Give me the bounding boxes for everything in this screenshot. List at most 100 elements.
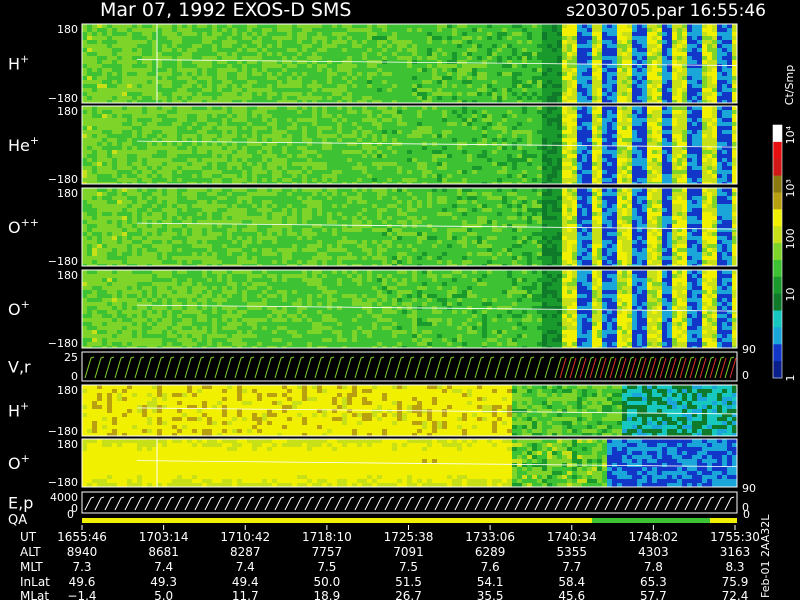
color-swatch [773,125,782,143]
panel-label-sup: ++ [21,216,39,229]
color-scale: 1 10 100 10³ 10⁴ Ct/Smp [772,65,797,382]
axis-cell-alt: 7091 [393,545,424,559]
panel-3: O+180−180 90 [8,269,756,356]
axis-cell-ut: 1725:38 [384,530,434,544]
color-swatch [773,243,782,261]
axis-cell-mlt: 7.5 [317,560,336,574]
axis-cell-inlat: 49.3 [150,575,177,589]
panel-label: He+ [8,134,39,155]
axis-cell-mlt: 7.4 [154,560,173,574]
color-swatch [773,361,782,379]
panel-label-main: E,p [8,494,33,513]
color-swatch [773,209,782,227]
panel-label-sup: + [20,53,29,66]
axis-cell-mlat: 18.9 [314,589,341,600]
y-tick-right: 0 [742,369,749,382]
axis-cell-alt: 5355 [556,545,587,559]
panel-label-main: H [8,55,20,74]
panel-2: O++ 180 −180 [8,187,738,268]
axis-cell-mlt: 7.5 [399,560,418,574]
panel-7: E,p 40000 0 [8,491,749,515]
axis-cell-ut: 1748:02 [628,530,678,544]
panel-4: V,r 25 0 0 [8,351,749,383]
panel-label-main: O [8,218,21,237]
axis-cell-inlat: 51.5 [395,575,422,589]
y-tick-top: 180 [57,23,78,36]
color-swatch [773,192,782,210]
color-scale-tick: 100 [784,228,797,249]
y-tick-bottom: −180 [48,173,78,186]
axis-cell-alt: 4303 [638,545,669,559]
axis-cell-ut: 1718:10 [302,530,352,544]
axis-cell-alt: 8940 [67,545,98,559]
axis-cell-inlat: 58.4 [558,575,585,589]
axis-cell-inlat: 54.1 [477,575,504,589]
plot-title: Mar 07, 1992 EXOS-D SMS [100,0,351,21]
axis-row-label: MLT [20,560,43,574]
panel-0: H+180−180 [8,23,738,105]
axis-cell-ut: 1655:46 [57,530,107,544]
color-scale-tick: 1 [784,375,797,382]
color-swatch [773,259,782,278]
panel-5: H+180−180 [8,384,738,438]
y-tick-top: 25 [64,351,78,364]
y-tick-bottom: −180 [48,92,78,105]
axis-cell-inlat: 50.0 [314,575,341,589]
y-tick-bottom: −180 [48,255,78,268]
y-tick-right: 90 [742,482,756,495]
axis-cell-ut: 1703:14 [139,530,189,544]
axis-cell-alt: 8681 [148,545,179,559]
axis-cell-mlat: 26.7 [395,589,422,600]
axis-cell-ut: 1710:42 [220,530,270,544]
axis-row-label: InLat [20,575,50,589]
axis-cell-mlt: 7.3 [72,560,91,574]
color-swatch [773,293,782,312]
axis-cell-mlt: 7.7 [562,560,581,574]
panel-label: V,r [8,358,31,377]
axis-cell-mlt: 7.4 [236,560,255,574]
color-swatch [773,344,782,362]
panel-label: H+ [8,400,29,421]
axis-cell-mlat: 35.5 [477,589,504,600]
panel-label: O++ [8,216,39,237]
axis-cell-mlat: −1.4 [67,589,96,600]
axis-cell-alt: 8287 [230,545,261,559]
panel-label-sup: + [21,298,30,311]
axis-cell-mlat: 45.6 [558,589,585,600]
panel-label-main: O [8,454,21,473]
axis-cell-alt: 7757 [312,545,343,559]
axis-cell-mlat: 5.0 [154,589,173,600]
axis-cell-mlt: 7.6 [481,560,500,574]
y-tick-right: 90 [742,343,756,356]
y-tick-top: 180 [57,438,78,451]
panel-label: O+ [8,452,30,473]
y-tick-top: 180 [57,384,78,397]
time-axis-table: UTALTMLTInLatMLat 1655:4689407.349.6−1.4 1… [20,525,760,600]
y-tick-bottom: −180 [48,476,78,489]
axis-cell-mlat: 57.7 [640,589,667,600]
axis-cell-mlat: 72.4 [722,589,749,600]
panel-label-main: H [8,402,20,421]
axis-cell-alt: 3163 [720,545,751,559]
color-scale-unit: Ct/Smp [783,65,796,105]
axis-row-label: MLat [20,589,49,600]
panel-label: H+ [8,53,29,74]
y-tick-top: 180 [57,269,78,282]
y-tick-top: 180 [57,105,78,118]
qa-label: QA [8,513,27,528]
axis-cell-alt: 6289 [475,545,506,559]
axis-cell-inlat: 49.4 [232,575,259,589]
axis-row-label: ALT [20,545,41,559]
panel-label-main: He [8,136,30,155]
color-swatch [773,276,782,295]
color-scale-tick: 10³ [784,179,797,197]
axis-cell-mlat: 11.7 [232,589,259,600]
qa-tick-right: 0 [743,508,750,521]
panel-label-main: V,r [8,358,31,377]
axis-cell-ut: 1740:34 [547,530,597,544]
color-swatch [773,158,782,177]
panel-label: E,p [8,494,33,513]
axis-cell-ut: 1755:30 [710,530,760,544]
axis-row-label: UT [20,530,37,544]
side-note: Feb-01 2AA32L [759,514,772,598]
